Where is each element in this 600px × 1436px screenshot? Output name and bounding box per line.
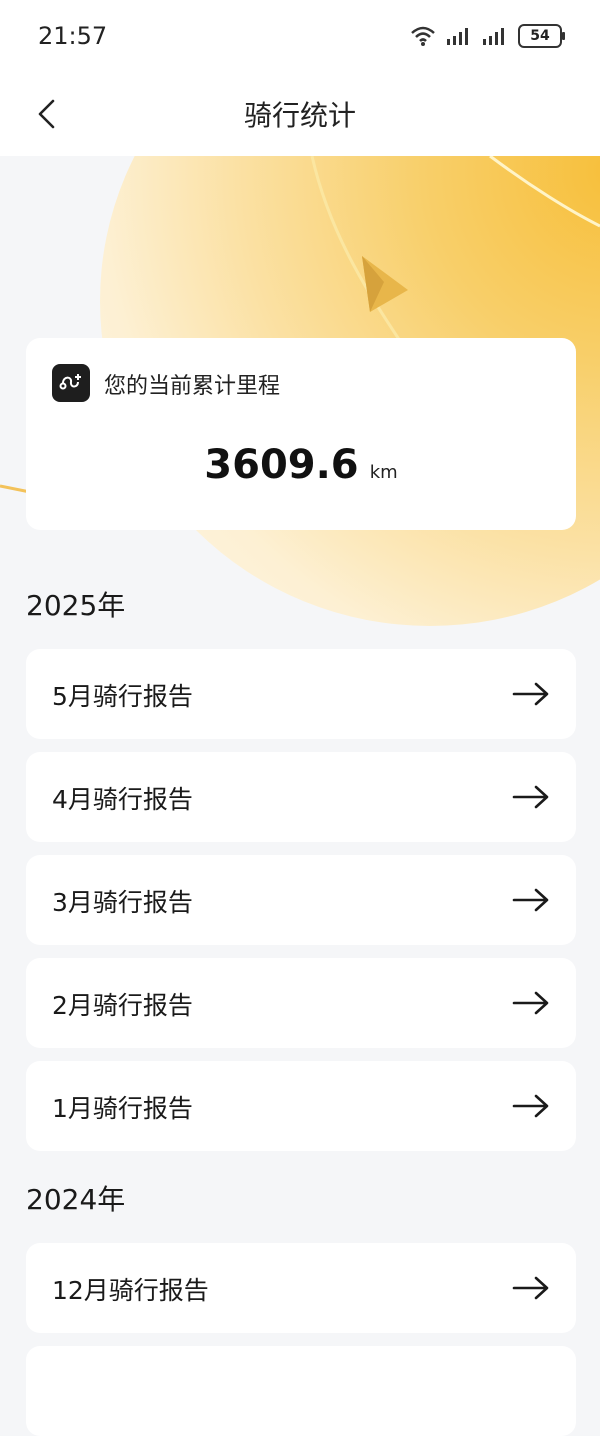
- report-row-2025-03[interactable]: 3月骑行报告: [26, 855, 576, 945]
- report-label: 4月骑行报告: [52, 785, 193, 814]
- report-label: 3月骑行报告: [52, 888, 193, 917]
- nav-bar: 骑行统计: [0, 76, 600, 156]
- report-row-2025-05[interactable]: 5月骑行报告: [26, 649, 576, 739]
- report-row-2025-01[interactable]: 1月骑行报告: [26, 1061, 576, 1151]
- year-heading-2024: 2024年: [26, 1183, 126, 1216]
- page-title: 骑行统计: [243, 99, 356, 132]
- mileage-value-row: 3609.6 km: [26, 442, 576, 488]
- mileage-label: 您的当前累计里程: [104, 374, 281, 399]
- arrow-right-icon: [512, 888, 549, 912]
- battery-icon: 54: [518, 24, 565, 48]
- paper-plane-icon: [362, 256, 408, 312]
- report-row-partial[interactable]: [26, 1346, 576, 1436]
- battery-level: 54: [530, 28, 550, 44]
- arrow-right-icon: [512, 785, 549, 809]
- status-bar: 21:57 54: [0, 0, 600, 76]
- wifi-icon: [411, 26, 435, 46]
- arrow-right-icon: [512, 682, 549, 706]
- report-label: 12月骑行报告: [52, 1276, 209, 1305]
- report-label: 5月骑行报告: [52, 682, 193, 711]
- report-label: 2月骑行报告: [52, 991, 193, 1020]
- signal-icon: [483, 28, 504, 45]
- arrow-right-icon: [512, 1276, 549, 1300]
- route-icon: [52, 364, 90, 402]
- mileage-value: 3609.6: [204, 442, 359, 488]
- arrow-right-icon: [512, 991, 549, 1015]
- report-row-2024-12[interactable]: 12月骑行报告: [26, 1243, 576, 1333]
- report-row-2025-04[interactable]: 4月骑行报告: [26, 752, 576, 842]
- signal-icon: [447, 28, 468, 45]
- mileage-unit: km: [369, 462, 398, 483]
- mileage-card: 您的当前累计里程 3609.6 km: [26, 338, 576, 530]
- year-heading-2025: 2025年: [26, 589, 126, 622]
- arrow-right-icon: [512, 1094, 549, 1118]
- report-label: 1月骑行报告: [52, 1094, 193, 1123]
- status-time: 21:57: [38, 22, 108, 50]
- status-icons: 54: [410, 24, 565, 48]
- report-row-2025-02[interactable]: 2月骑行报告: [26, 958, 576, 1048]
